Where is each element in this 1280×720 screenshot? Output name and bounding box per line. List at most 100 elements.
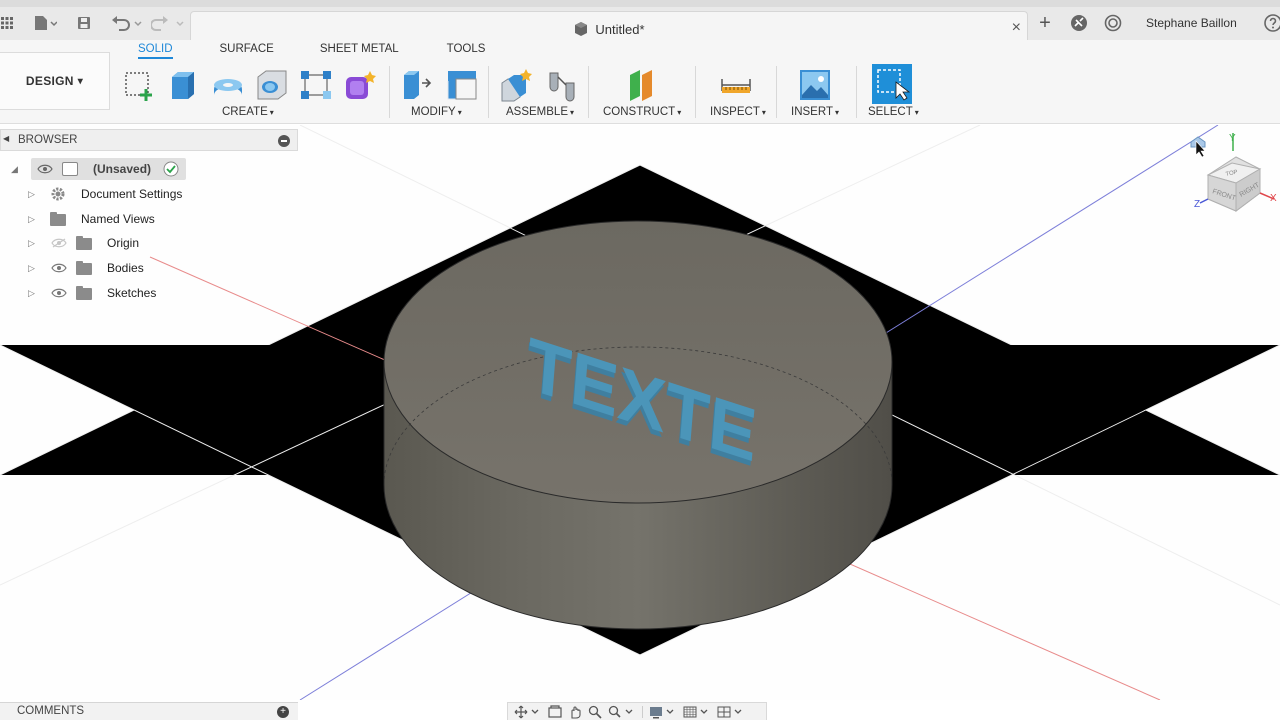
extensions-icon[interactable] (1070, 12, 1090, 34)
assemble-menu[interactable]: ASSEMBLE ▾ (506, 106, 574, 118)
workspace-label: DESIGN (25, 74, 74, 88)
tree-item-sketches[interactable]: ▷ Sketches (0, 282, 298, 304)
workspace-switcher[interactable]: DESIGN ▾ (0, 52, 110, 110)
active-check-icon[interactable] (163, 161, 179, 177)
modify-menu-label: MODIFY (411, 106, 456, 118)
insert-image-icon[interactable] (797, 67, 833, 103)
tab-sheet-metal[interactable]: SHEET METAL (320, 43, 399, 59)
create-sketch-icon[interactable] (122, 67, 158, 103)
chevron-down-icon: ▾ (570, 108, 575, 117)
job-status-icon[interactable] (1104, 12, 1124, 34)
zoom-window-icon[interactable] (608, 705, 636, 719)
browser-panel: ◀ BROWSER ◢ (Unsaved) ▷ Document Setting… (0, 129, 298, 309)
modify-menu[interactable]: MODIFY ▾ (411, 106, 462, 118)
app-grid-icon[interactable] (0, 12, 14, 34)
gear-icon (51, 187, 65, 201)
component-cube-icon (575, 22, 588, 36)
expand-arrow-icon[interactable]: ▷ (28, 189, 35, 200)
tree-item-origin[interactable]: ▷ Origin (0, 232, 298, 254)
press-pull-icon[interactable] (398, 67, 434, 103)
display-settings-icon[interactable] (649, 705, 677, 719)
inspect-menu[interactable]: INSPECT ▾ (710, 106, 766, 118)
hidden-eye-icon[interactable] (51, 238, 67, 248)
undo-icon[interactable] (110, 12, 144, 34)
expand-arrow-icon[interactable]: ▷ (28, 238, 35, 249)
ribbon-toolbar: DESIGN ▾ SOLID SURFACE SHEET METAL TOOLS… (0, 40, 1280, 124)
look-at-icon[interactable] (548, 704, 562, 719)
tab-tools[interactable]: TOOLS (447, 43, 486, 59)
select-menu[interactable]: SELECT ▾ (868, 106, 919, 118)
select-menu-label: SELECT (868, 106, 913, 118)
folder-icon (76, 236, 92, 250)
ribbon-tabs: SOLID SURFACE SHEET METAL TOOLS (128, 43, 485, 59)
add-comment-button[interactable]: + (277, 706, 289, 718)
close-tab-button[interactable]: × (1012, 19, 1021, 37)
save-icon[interactable] (76, 12, 92, 34)
tree-item-label: Origin (107, 236, 140, 250)
browser-header[interactable]: ◀ BROWSER (0, 129, 298, 151)
tree-item-label: Bodies (107, 261, 144, 275)
tree-root[interactable]: ◢ (Unsaved) (0, 158, 186, 180)
help-icon[interactable] (1264, 12, 1280, 34)
view-cube[interactable]: Y TOP FRONT RIGHT X Z (1188, 129, 1280, 223)
viewports-icon[interactable] (717, 705, 745, 719)
tree-item-named-views[interactable]: ▷ Named Views (0, 208, 298, 230)
insert-menu[interactable]: INSERT ▾ (791, 106, 839, 118)
toolbar-divider (488, 66, 489, 118)
plus-icon: + (1039, 11, 1051, 34)
assemble-menu-label: ASSEMBLE (506, 106, 568, 118)
expand-arrow-icon[interactable]: ▷ (28, 288, 35, 299)
visibility-eye-icon[interactable] (51, 288, 67, 298)
chevron-down-icon: ▾ (677, 108, 682, 117)
toolbar-divider (389, 66, 390, 118)
measure-icon[interactable] (718, 67, 754, 103)
toolbar-divider (695, 66, 696, 118)
pattern-icon[interactable] (298, 67, 334, 103)
extrude-icon[interactable] (166, 67, 202, 103)
tab-surface[interactable]: SURFACE (220, 43, 274, 59)
expand-arrow-icon[interactable]: ▷ (28, 263, 35, 274)
tree-item-document-settings[interactable]: ▷ Document Settings (0, 183, 298, 205)
expand-arrow-icon[interactable]: ▷ (28, 214, 35, 225)
collapse-arrow-icon[interactable]: ◢ (11, 164, 18, 175)
folder-icon (76, 286, 92, 300)
root-label: (Unsaved) (93, 162, 152, 176)
visibility-eye-icon[interactable] (51, 263, 67, 273)
fillet-icon[interactable] (444, 67, 480, 103)
chevron-down-icon: ▾ (77, 75, 84, 87)
offset-plane-icon[interactable] (624, 67, 660, 103)
visibility-eye-icon[interactable] (37, 164, 53, 174)
z-axis-label: Z (1194, 199, 1200, 210)
y-axis-label: Y (1229, 133, 1236, 144)
new-tab-button[interactable]: + (1034, 12, 1056, 34)
tree-item-bodies[interactable]: ▷ Bodies (0, 257, 298, 279)
redo-icon[interactable] (150, 12, 186, 34)
create-menu-label: CREATE (222, 106, 268, 118)
create-form-icon[interactable] (342, 67, 378, 103)
new-component-icon[interactable] (498, 67, 534, 103)
file-menu-icon[interactable] (30, 12, 60, 34)
comments-panel[interactable]: COMMENTS + (0, 702, 298, 720)
pan-hand-icon[interactable] (568, 705, 582, 719)
orbit-icon[interactable] (514, 705, 542, 719)
revolve-icon[interactable] (210, 67, 246, 103)
browser-options-icon[interactable] (278, 135, 290, 147)
zoom-icon[interactable] (588, 705, 602, 719)
tab-solid[interactable]: SOLID (138, 43, 173, 59)
tree-item-label: Sketches (107, 286, 157, 300)
select-icon[interactable] (872, 64, 912, 104)
construct-menu[interactable]: CONSTRUCT ▾ (603, 106, 681, 118)
collapse-panel-icon[interactable]: ◀ (3, 134, 9, 143)
hole-icon[interactable] (254, 67, 290, 103)
joint-icon[interactable] (544, 67, 580, 103)
user-account-name[interactable]: Stephane Baillon (1146, 16, 1237, 30)
insert-menu-label: INSERT (791, 106, 833, 118)
chevron-down-icon: ▾ (269, 108, 274, 117)
navigation-bar (507, 702, 767, 720)
create-menu[interactable]: CREATE ▾ (222, 106, 274, 118)
x-axis-label: X (1270, 193, 1277, 204)
document-title: Untitled* (595, 21, 645, 37)
z-axis-indicator (1199, 198, 1209, 204)
tree-item-label: Document Settings (81, 187, 183, 201)
grid-settings-icon[interactable] (683, 705, 711, 719)
